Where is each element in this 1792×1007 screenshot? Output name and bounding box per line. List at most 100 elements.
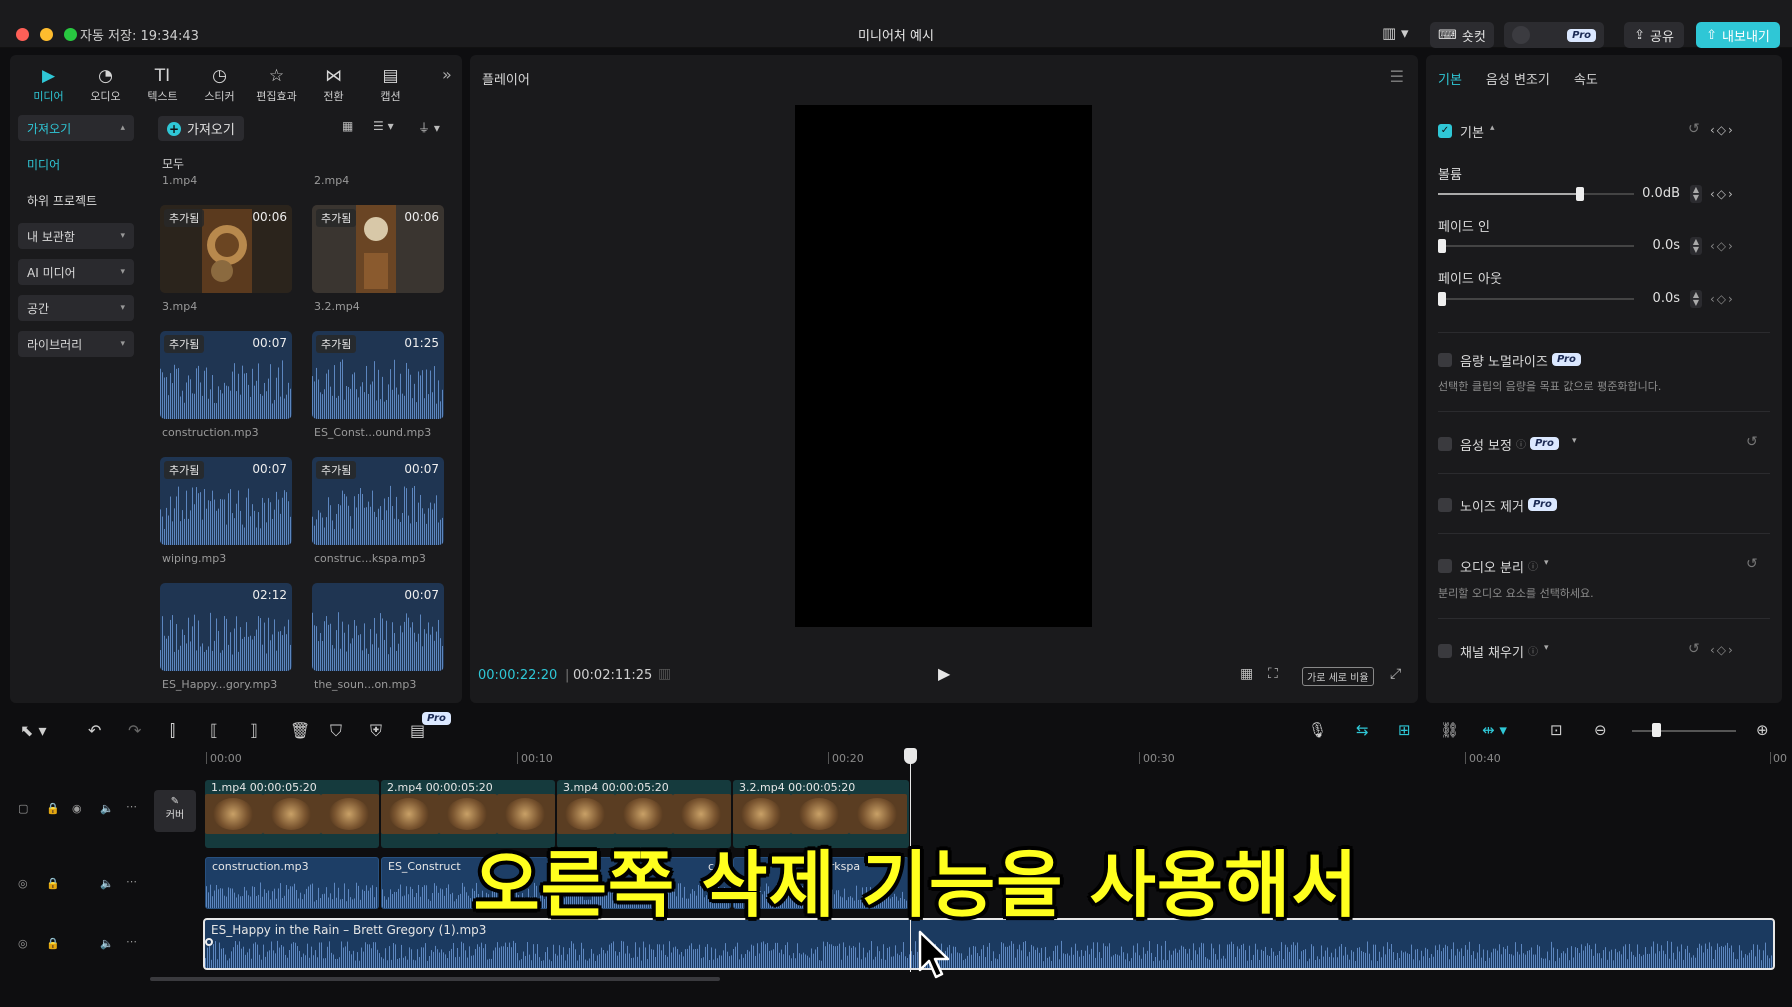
media-item-audio[interactable]: 00:07 bbox=[312, 583, 444, 671]
sort-icon[interactable]: ☰ ▾ bbox=[373, 119, 394, 133]
play-button[interactable]: ▶ bbox=[938, 664, 950, 683]
magnet-icon[interactable]: ⊞ bbox=[1398, 721, 1411, 739]
split-icon[interactable]: ⫿ bbox=[170, 721, 175, 741]
more-icon[interactable]: ⋯ bbox=[126, 935, 137, 948]
tab-speed[interactable]: 속도 bbox=[1574, 69, 1598, 88]
side-item-ai-media[interactable]: AI 미디어 ▾ bbox=[18, 259, 134, 285]
fade-in-slider-knob[interactable] bbox=[1438, 239, 1446, 253]
pro-toggle[interactable]: Pro bbox=[1504, 22, 1604, 48]
tab-effects[interactable]: ☆ 편집효과 bbox=[248, 61, 305, 109]
zoom-slider-knob[interactable] bbox=[1652, 723, 1661, 737]
layout-icon[interactable]: ▥ ▾ bbox=[1382, 24, 1408, 42]
caret-down-icon[interactable]: ▾ bbox=[1544, 558, 1549, 568]
export-button[interactable]: ⇧ 내보내기 bbox=[1696, 22, 1780, 48]
grid-icon[interactable]: ▦ bbox=[1240, 666, 1253, 682]
side-item-import[interactable]: 가져오기 ▴ bbox=[18, 115, 134, 141]
info-icon[interactable]: ⓘ bbox=[1528, 558, 1538, 573]
speaker-icon[interactable]: 🔈 bbox=[100, 937, 114, 950]
channel-checkbox[interactable] bbox=[1438, 644, 1452, 658]
tab-audio[interactable]: ◔ 오디오 bbox=[77, 61, 134, 109]
fade-out-slider-track[interactable] bbox=[1438, 298, 1634, 300]
info-icon[interactable]: ⓘ bbox=[1528, 643, 1538, 658]
info-icon[interactable]: ⓘ bbox=[1516, 436, 1526, 451]
redo-icon[interactable]: ↷ bbox=[128, 721, 141, 740]
keyframe-icon[interactable]: ‹◇› bbox=[1710, 187, 1735, 201]
expand-tabs-icon[interactable]: » bbox=[442, 65, 452, 84]
side-item-library[interactable]: 라이브러리 ▾ bbox=[18, 331, 134, 357]
video-preview[interactable] bbox=[795, 105, 1092, 627]
fade-in-stepper[interactable]: ▲ ▼ bbox=[1690, 237, 1702, 255]
fullscreen-icon[interactable]: ⤢ bbox=[1390, 666, 1401, 682]
media-item-video[interactable]: 추가됨 00:06 bbox=[160, 205, 292, 293]
tab-text[interactable]: TI 텍스트 bbox=[134, 61, 191, 109]
media-item-audio[interactable]: 02:12 bbox=[160, 583, 292, 671]
trash-icon[interactable]: 🗑 bbox=[290, 721, 310, 740]
media-item-audio[interactable]: 추가됨 01:25 bbox=[312, 331, 444, 419]
share-button[interactable]: ⇪ 공유 bbox=[1624, 22, 1684, 48]
timeline-scrollbar[interactable] bbox=[150, 977, 720, 981]
tab-basic[interactable]: 기본 bbox=[1438, 69, 1462, 88]
separate-checkbox[interactable] bbox=[1438, 559, 1452, 573]
speaker-icon[interactable]: 🔈 bbox=[100, 802, 114, 815]
fade-in-value[interactable]: 0.0s bbox=[1620, 238, 1680, 253]
more-icon[interactable]: ⋯ bbox=[126, 800, 137, 813]
keyframe-icon[interactable]: ‹◇› bbox=[1710, 292, 1735, 306]
menu-icon[interactable]: ☰ bbox=[1390, 67, 1404, 86]
tab-transition[interactable]: ⋈ 전환 bbox=[305, 61, 362, 109]
zoom-out-icon[interactable]: ⊖ bbox=[1594, 721, 1607, 739]
side-item-space[interactable]: 공간 ▾ bbox=[18, 295, 134, 321]
keyframe-icon[interactable]: ‹◇› bbox=[1710, 123, 1735, 137]
lock-icon[interactable]: 🔒 bbox=[46, 937, 60, 950]
caret-down-icon[interactable]: ▾ bbox=[1572, 436, 1577, 446]
reset-icon[interactable]: ↺ bbox=[1746, 434, 1758, 450]
normalize-checkbox[interactable] bbox=[1438, 353, 1452, 367]
basic-checkbox[interactable]: ✓ bbox=[1438, 124, 1452, 138]
fade-out-slider-knob[interactable] bbox=[1438, 292, 1446, 306]
tab-media[interactable]: ▶ 미디어 bbox=[20, 61, 77, 109]
waveform-toggle-icon[interactable]: ▥ bbox=[658, 666, 671, 682]
shortcut-button[interactable]: ⌨ 숏컷 bbox=[1430, 22, 1494, 48]
import-button[interactable]: + 가져오기 bbox=[158, 116, 244, 141]
media-item-audio[interactable]: 추가됨 00:07 bbox=[160, 457, 292, 545]
zoom-slider-track[interactable] bbox=[1632, 730, 1736, 732]
filter-icon[interactable]: ⏚ ▾ bbox=[418, 119, 440, 136]
keyframe-icon[interactable]: ‹◇› bbox=[1710, 643, 1735, 657]
fade-out-stepper[interactable]: ▲ ▼ bbox=[1690, 290, 1702, 308]
keyframe-icon[interactable]: ‹◇› bbox=[1710, 239, 1735, 253]
eye-icon[interactable]: ◉ bbox=[72, 802, 82, 815]
enhance-checkbox[interactable] bbox=[1438, 437, 1452, 451]
media-item-audio[interactable]: 추가됨 00:07 bbox=[160, 331, 292, 419]
marker-icon[interactable]: ⛉ bbox=[330, 721, 342, 741]
fade-in-slider-track[interactable] bbox=[1438, 245, 1634, 247]
clip-handle[interactable] bbox=[205, 938, 213, 946]
volume-value[interactable]: 0.0dB bbox=[1620, 186, 1680, 201]
grid-view-icon[interactable]: ▦ bbox=[342, 119, 353, 133]
tab-caption[interactable]: ▤ 캡션 bbox=[362, 61, 419, 109]
fade-out-value[interactable]: 0.0s bbox=[1620, 291, 1680, 306]
delete-right-icon[interactable]: ⟧ bbox=[250, 721, 258, 740]
tab-sticker[interactable]: ◷ 스티커 bbox=[191, 61, 248, 109]
reset-icon[interactable]: ↺ bbox=[1746, 556, 1758, 572]
delete-left-icon[interactable]: ⟦ bbox=[210, 721, 218, 740]
microphone-icon[interactable]: 🎙 bbox=[1308, 721, 1327, 739]
side-item-subproject[interactable]: 하위 프로젝트 bbox=[18, 187, 134, 213]
aspect-ratio-button[interactable]: 가로 세로 비율 bbox=[1302, 667, 1374, 686]
select-tool-icon[interactable]: ⬉ ▾ bbox=[20, 721, 47, 740]
media-item-audio[interactable]: 추가됨 00:07 bbox=[312, 457, 444, 545]
timeline-ruler[interactable] bbox=[205, 750, 1775, 768]
volume-slider-knob[interactable] bbox=[1576, 187, 1584, 201]
side-item-my-library[interactable]: 내 보관함 ▾ bbox=[18, 223, 134, 249]
caret-up-icon[interactable]: ▴ bbox=[1490, 123, 1495, 133]
reset-icon[interactable]: ↺ bbox=[1688, 121, 1700, 137]
reset-icon[interactable]: ↺ bbox=[1688, 641, 1700, 657]
caret-down-icon[interactable]: ▾ bbox=[1544, 643, 1549, 653]
fit-timeline-icon[interactable]: ⊡ bbox=[1550, 721, 1563, 739]
noise-checkbox[interactable] bbox=[1438, 498, 1452, 512]
preview-axis-icon[interactable]: ⇹ ▾ bbox=[1482, 721, 1507, 739]
playhead-handle[interactable] bbox=[904, 748, 917, 764]
screenshot-icon[interactable]: ⛶ bbox=[1268, 666, 1278, 682]
lock-icon[interactable]: 🔒 bbox=[46, 802, 60, 815]
media-item-video[interactable]: 추가됨 00:06 bbox=[312, 205, 444, 293]
zoom-in-icon[interactable]: ⊕ bbox=[1756, 721, 1769, 739]
link-main-track-icon[interactable]: ⇆ bbox=[1356, 721, 1369, 739]
